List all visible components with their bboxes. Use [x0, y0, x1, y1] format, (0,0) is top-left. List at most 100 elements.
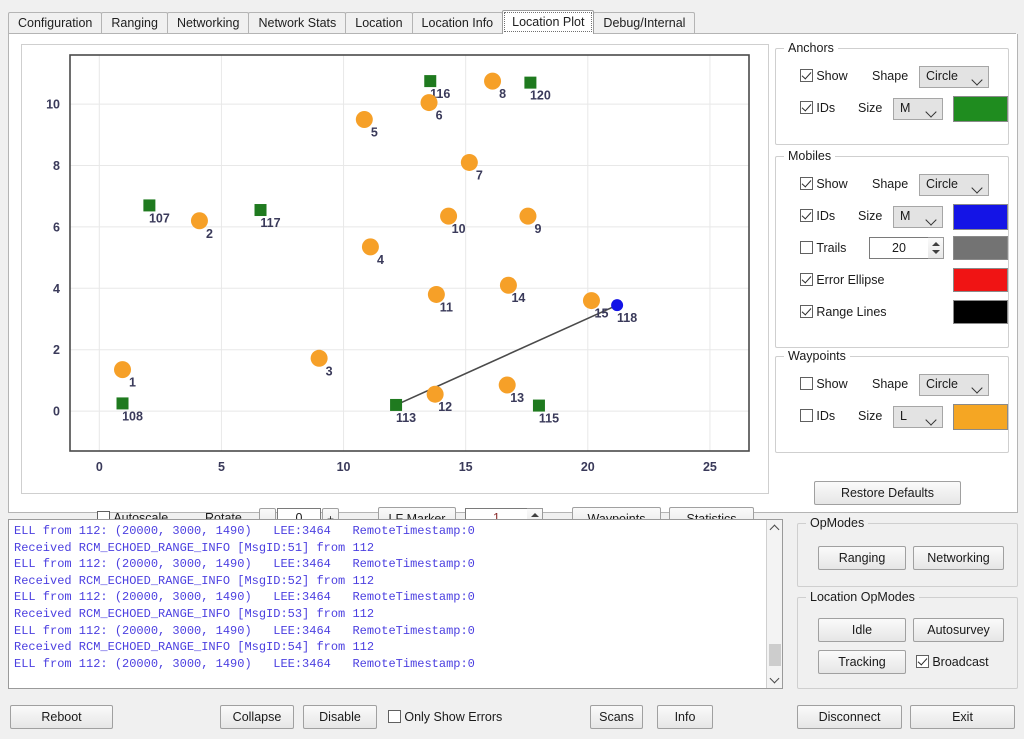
tab-label: Configuration	[18, 16, 92, 30]
mobiles-error-ellipse-checkbox-box[interactable]	[800, 273, 813, 286]
log-output-area[interactable]: ELL from 112: (20000, 3000, 1490) LEE:34…	[8, 519, 783, 689]
mobiles-trails-checkbox-box[interactable]	[800, 241, 813, 254]
scroll-up-icon[interactable]	[767, 520, 783, 537]
svg-text:2: 2	[53, 343, 60, 357]
svg-text:4: 4	[377, 253, 384, 267]
svg-text:2: 2	[206, 227, 213, 241]
collapse-button[interactable]: Collapse	[220, 705, 294, 729]
svg-text:118: 118	[617, 311, 637, 325]
mobiles-range-lines-checkbox[interactable]: Range Lines	[800, 305, 887, 319]
tab-ranging[interactable]: Ranging	[101, 12, 168, 34]
svg-text:15: 15	[595, 307, 609, 321]
info-button[interactable]: Info	[657, 705, 713, 729]
location-opmodes-idle-button[interactable]: Idle	[818, 618, 906, 642]
mobiles-group: Mobiles Show Shape Circle IDs Size M Tra…	[775, 156, 1009, 348]
scans-button[interactable]: Scans	[590, 705, 643, 729]
tab-debug-internal[interactable]: Debug/Internal	[593, 12, 695, 34]
disable-button[interactable]: Disable	[303, 705, 377, 729]
mobiles-ids-checkbox-box[interactable]	[800, 209, 813, 222]
svg-text:5: 5	[371, 125, 378, 139]
mobiles-range-lines-checkbox-box[interactable]	[800, 305, 813, 318]
mobiles-error-ellipse-checkbox[interactable]: Error Ellipse	[800, 273, 884, 287]
waypoints-shape-value: Circle	[926, 377, 958, 391]
chevron-down-icon	[971, 382, 982, 393]
anchors-group: Anchors Show Shape Circle IDs Size M	[775, 48, 1009, 145]
anchors-ids-checkbox[interactable]: IDs	[800, 101, 835, 115]
svg-text:15: 15	[459, 460, 473, 474]
chevron-down-icon	[925, 414, 936, 425]
plot-svg: 0510152025024681010711711612010811311512…	[22, 45, 766, 491]
tab-location-info[interactable]: Location Info	[412, 12, 504, 34]
exit-button[interactable]: Exit	[910, 705, 1015, 729]
mobiles-trails-input[interactable]: 20	[869, 237, 929, 259]
mobiles-show-checkbox-box[interactable]	[800, 177, 813, 190]
svg-text:113: 113	[396, 411, 416, 425]
svg-text:20: 20	[581, 460, 595, 474]
opmodes-networking-button[interactable]: Networking	[913, 546, 1004, 570]
tab-bar: Configuration Ranging Networking Network St…	[8, 10, 1016, 34]
waypoints-shape-select[interactable]: Circle	[919, 374, 989, 396]
scroll-down-icon[interactable]	[767, 671, 783, 688]
location-plot-canvas[interactable]: 0510152025024681010711711612010811311512…	[21, 44, 769, 494]
log-text: ELL from 112: (20000, 3000, 1490) LEE:34…	[14, 523, 764, 672]
anchors-shape-select[interactable]: Circle	[919, 66, 989, 88]
mobiles-range-lines-color-swatch[interactable]	[953, 300, 1008, 324]
log-scrollbar[interactable]	[766, 520, 782, 688]
log-scrollbar-thumb[interactable]	[769, 644, 781, 666]
mobiles-trails-spinner[interactable]	[928, 237, 944, 259]
anchors-size-value: M	[900, 101, 910, 115]
svg-text:107: 107	[149, 211, 170, 225]
svg-text:7: 7	[476, 168, 483, 182]
mobiles-shape-label: Shape	[872, 177, 908, 191]
tab-networking[interactable]: Networking	[167, 12, 250, 34]
only-show-errors-checkbox-box[interactable]	[388, 710, 401, 723]
mobiles-shape-select[interactable]: Circle	[919, 174, 989, 196]
waypoints-size-select[interactable]: L	[893, 406, 943, 428]
anchors-show-checkbox-box[interactable]	[800, 69, 813, 82]
reboot-button[interactable]: Reboot	[10, 705, 113, 729]
tab-label: Ranging	[111, 16, 158, 30]
mobiles-size-select[interactable]: M	[893, 206, 943, 228]
anchors-color-swatch[interactable]	[953, 96, 1008, 122]
waypoints-color-swatch[interactable]	[953, 404, 1008, 430]
mobiles-shape-value: Circle	[926, 177, 958, 191]
waypoints-show-checkbox[interactable]: Show	[800, 377, 848, 391]
mobiles-show-checkbox[interactable]: Show	[800, 177, 848, 191]
anchors-show-checkbox[interactable]: Show	[800, 69, 848, 83]
svg-text:9: 9	[534, 222, 541, 236]
svg-text:6: 6	[53, 220, 60, 234]
svg-text:0: 0	[53, 405, 60, 419]
tab-label: Network Stats	[258, 16, 336, 30]
tab-configuration[interactable]: Configuration	[8, 12, 102, 34]
only-show-errors-checkbox[interactable]: Only Show Errors	[388, 710, 502, 724]
tab-location-plot[interactable]: Location Plot	[502, 10, 594, 34]
mobiles-size-label: Size	[858, 209, 882, 223]
anchors-shape-value: Circle	[926, 69, 958, 83]
mobiles-trails-color-swatch[interactable]	[953, 236, 1008, 260]
svg-text:1: 1	[129, 376, 136, 390]
waypoints-ids-checkbox[interactable]: IDs	[800, 409, 835, 423]
tab-label: Location Info	[422, 16, 494, 30]
waypoints-ids-checkbox-box[interactable]	[800, 409, 813, 422]
location-opmodes-tracking-button[interactable]: Tracking	[818, 650, 906, 674]
location-opmodes-autosurvey-button[interactable]: Autosurvey	[913, 618, 1004, 642]
mobiles-error-ellipse-color-swatch[interactable]	[953, 268, 1008, 292]
broadcast-checkbox-box[interactable]	[916, 655, 929, 668]
chevron-down-icon	[925, 214, 936, 225]
tab-network-stats[interactable]: Network Stats	[248, 12, 346, 34]
opmodes-group-title: OpModes	[806, 516, 868, 530]
anchors-ids-checkbox-box[interactable]	[800, 101, 813, 114]
anchors-size-label: Size	[858, 101, 882, 115]
opmodes-ranging-button[interactable]: Ranging	[818, 546, 906, 570]
disconnect-button[interactable]: Disconnect	[797, 705, 902, 729]
waypoints-show-checkbox-box[interactable]	[800, 377, 813, 390]
svg-text:4: 4	[53, 282, 60, 296]
mobiles-ids-checkbox[interactable]: IDs	[800, 209, 835, 223]
broadcast-checkbox[interactable]: Broadcast	[916, 655, 989, 669]
anchors-size-select[interactable]: M	[893, 98, 943, 120]
mobiles-color-swatch[interactable]	[953, 204, 1008, 230]
mobiles-trails-checkbox[interactable]: Trails	[800, 241, 846, 255]
restore-defaults-button[interactable]: Restore Defaults	[814, 481, 961, 505]
anchors-ids-label: IDs	[816, 101, 835, 115]
tab-location[interactable]: Location	[345, 12, 412, 34]
